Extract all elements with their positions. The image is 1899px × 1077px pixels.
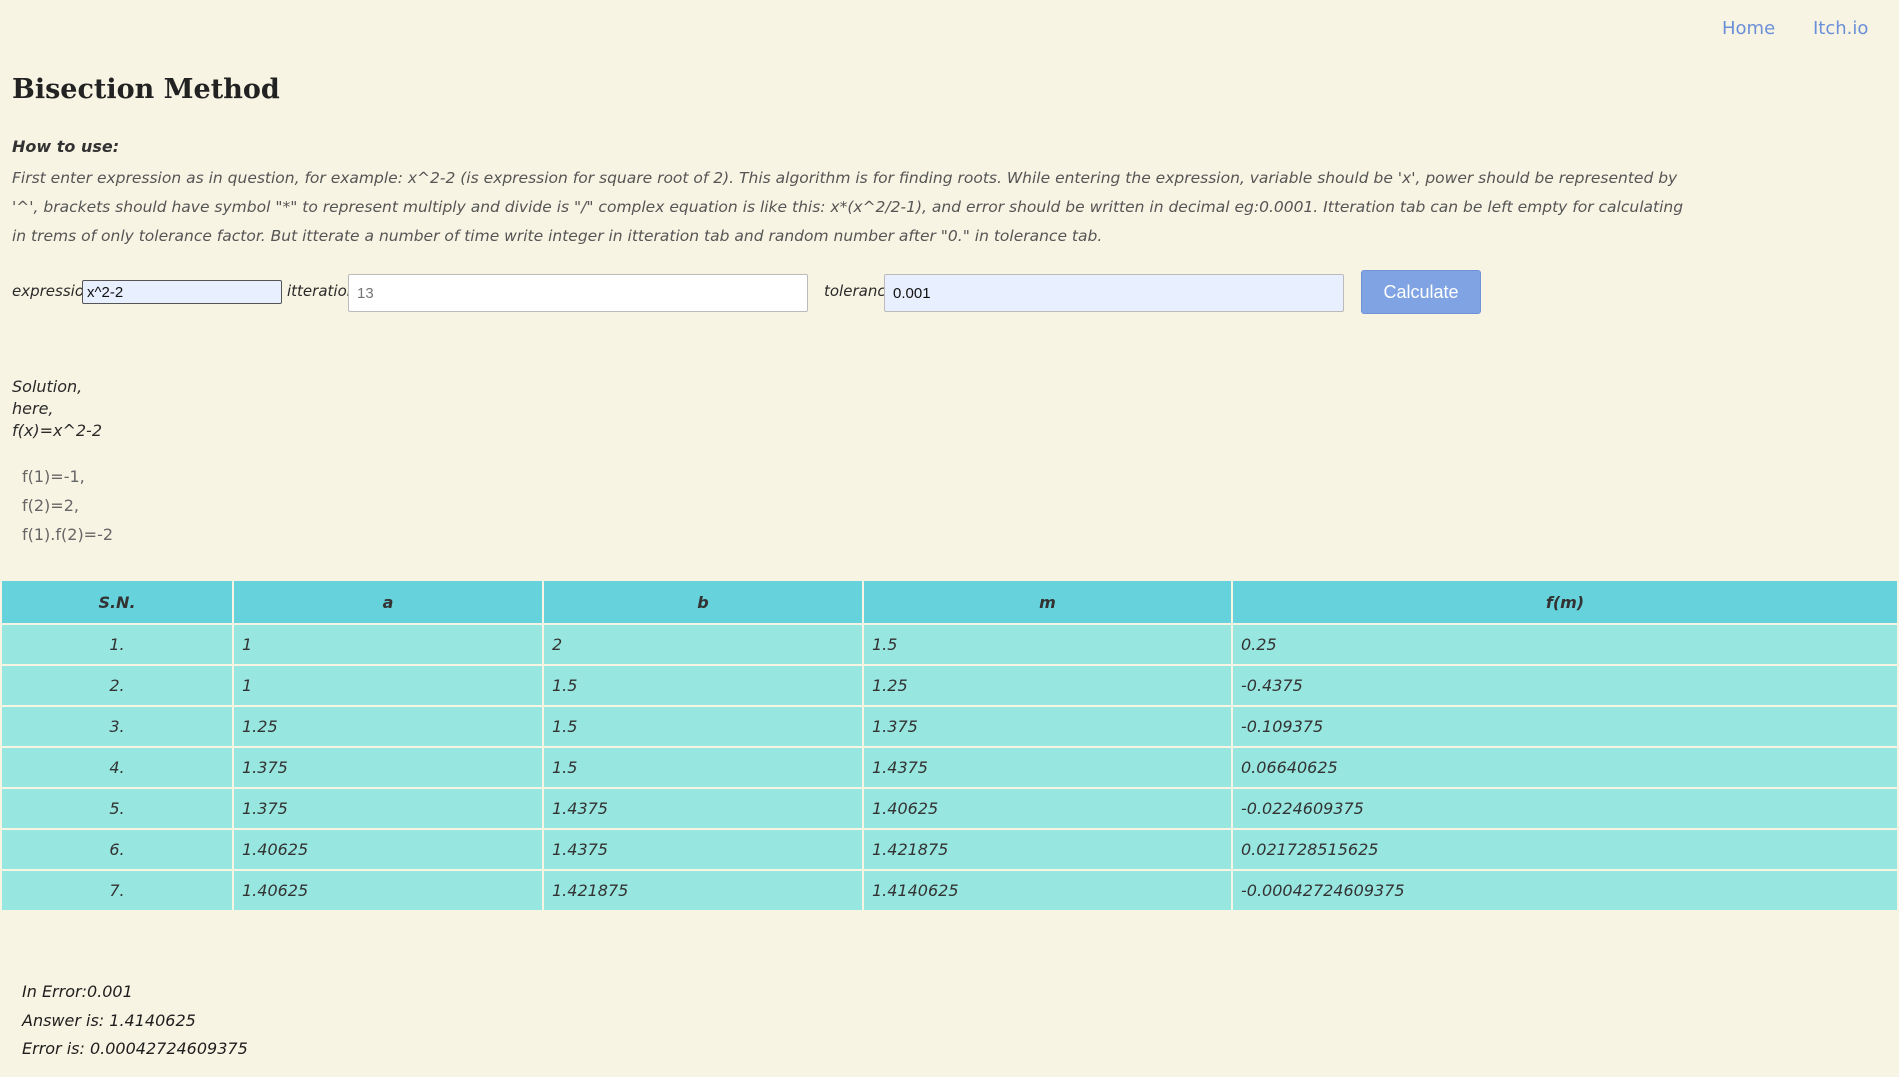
howto-heading: How to use:: [12, 137, 120, 156]
cell-a: 1.40625: [232, 828, 544, 871]
cell-b: 1.5: [542, 664, 864, 707]
cell-b: 1.4375: [542, 787, 864, 830]
expression-input[interactable]: [82, 280, 282, 304]
table-row: 5. 1.375 1.4375 1.40625 -0.0224609375: [0, 787, 1899, 830]
error-result: Error is: 0.00042724609375: [22, 1039, 248, 1058]
cell-sn: 4.: [0, 746, 234, 789]
page-title: Bisection Method: [12, 74, 280, 105]
tolerance-input[interactable]: [884, 274, 1344, 312]
cell-a: 1.375: [232, 746, 544, 789]
cell-a: 1.25: [232, 705, 544, 748]
cell-m: 1.5: [862, 623, 1233, 666]
top-nav: Home Itch.io: [0, 18, 1899, 42]
cell-m: 1.375: [862, 705, 1233, 748]
table-row: 6. 1.40625 1.4375 1.421875 0.02172851562…: [0, 828, 1899, 871]
f-of-b: f(2)=2,: [22, 496, 79, 515]
cell-fm: -0.0224609375: [1231, 787, 1899, 830]
cell-sn: 3.: [0, 705, 234, 748]
cell-a: 1.375: [232, 787, 544, 830]
howto-text: First enter expression as in question, f…: [12, 169, 1684, 245]
cell-b: 1.421875: [542, 869, 864, 912]
cell-fm: -0.00042724609375: [1231, 869, 1899, 912]
cell-fm: -0.109375: [1231, 705, 1899, 748]
cell-sn: 1.: [0, 623, 234, 666]
function-values: f(1)=-1, f(2)=2, f(1).f(2)=-2: [22, 462, 113, 549]
table-row: 7. 1.40625 1.421875 1.4140625 -0.0004272…: [0, 869, 1899, 912]
cell-a: 1: [232, 623, 544, 666]
cell-m: 1.40625: [862, 787, 1233, 830]
cell-b: 2: [542, 623, 864, 666]
table-row: 2. 1 1.5 1.25 -0.4375: [0, 664, 1899, 707]
header-b: b: [542, 579, 864, 625]
answer-result: Answer is: 1.4140625: [22, 1010, 196, 1030]
solution-line: Solution,: [12, 377, 83, 396]
solution-line: here,: [12, 399, 54, 418]
table-header-row: S.N. a b m f(m): [0, 579, 1899, 625]
iteration-input[interactable]: [348, 274, 808, 312]
function-definition: f(x)=x^2-2: [12, 421, 102, 440]
table-row: 1. 1 2 1.5 0.25: [0, 623, 1899, 666]
cell-a: 1.40625: [232, 869, 544, 912]
cell-b: 1.4375: [542, 828, 864, 871]
header-sn: S.N.: [0, 579, 234, 625]
cell-m: 1.4375: [862, 746, 1233, 789]
f-of-a: f(1)=-1,: [22, 467, 85, 486]
solution-block: Solution, here, f(x)=x^2-2: [12, 376, 102, 442]
header-m: m: [862, 579, 1233, 625]
cell-fm: 0.25: [1231, 623, 1899, 666]
cell-sn: 2.: [0, 664, 234, 707]
cell-fm: 0.06640625: [1231, 746, 1899, 789]
cell-b: 1.5: [542, 705, 864, 748]
cell-sn: 7.: [0, 869, 234, 912]
nav-home-link[interactable]: Home: [1722, 18, 1775, 39]
f-product: f(1).f(2)=-2: [22, 525, 114, 544]
cell-sn: 5.: [0, 787, 234, 830]
tolerance-result: In Error:0.001: [22, 982, 133, 1001]
cell-sn: 6.: [0, 828, 234, 871]
cell-b: 1.5: [542, 746, 864, 789]
iteration-table: S.N. a b m f(m) 1. 1 2 1.5 0.25 2. 1 1.5…: [0, 579, 1899, 912]
cell-fm: 0.021728515625: [1231, 828, 1899, 871]
nav-itch-link[interactable]: Itch.io: [1813, 18, 1868, 39]
table-row: 3. 1.25 1.5 1.375 -0.109375: [0, 705, 1899, 748]
cell-m: 1.25: [862, 664, 1233, 707]
input-form: expression: itteration: tolerance: Calcu…: [12, 270, 1512, 314]
cell-m: 1.4140625: [862, 869, 1233, 912]
results-block: In Error:0.001 Answer is: 1.4140625 Erro…: [22, 978, 248, 1064]
table-row: 4. 1.375 1.5 1.4375 0.06640625: [0, 746, 1899, 789]
calculate-button[interactable]: Calculate: [1361, 270, 1481, 314]
cell-m: 1.421875: [862, 828, 1233, 871]
cell-fm: -0.4375: [1231, 664, 1899, 707]
cell-a: 1: [232, 664, 544, 707]
header-a: a: [232, 579, 544, 625]
header-fm: f(m): [1231, 579, 1899, 625]
